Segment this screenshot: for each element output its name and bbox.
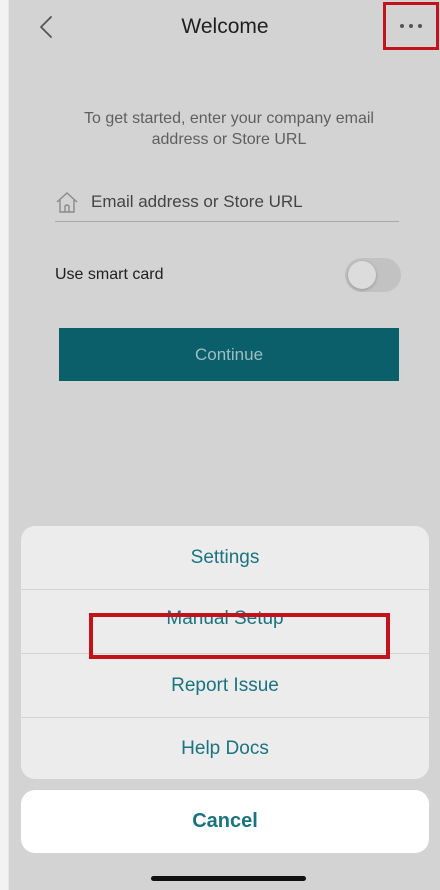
house-icon <box>56 192 78 213</box>
app-screen: Welcome To get started, enter your compa… <box>8 0 440 890</box>
manual-setup-option[interactable]: Manual Setup <box>21 590 429 654</box>
more-horizontal-icon <box>400 24 422 28</box>
email-field-row[interactable] <box>55 183 399 222</box>
page-title: Welcome <box>181 15 269 38</box>
help-docs-option[interactable]: Help Docs <box>21 718 429 779</box>
smart-card-row: Use smart card <box>55 256 401 296</box>
action-sheet: Settings Manual Setup Report Issue Help … <box>21 526 429 779</box>
email-input[interactable] <box>91 192 381 212</box>
home-indicator <box>151 876 306 881</box>
more-options-button[interactable] <box>383 2 439 50</box>
manual-setup-label: Manual Setup <box>166 607 284 629</box>
report-issue-option[interactable]: Report Issue <box>21 654 429 718</box>
smart-card-label: Use smart card <box>55 266 164 283</box>
navigation-bar: Welcome <box>9 0 440 60</box>
instruction-text: To get started, enter your company email… <box>84 110 374 148</box>
cancel-button[interactable]: Cancel <box>21 790 429 853</box>
toggle-knob <box>348 261 376 289</box>
settings-option[interactable]: Settings <box>21 526 429 590</box>
smart-card-toggle[interactable] <box>345 258 401 292</box>
continue-button[interactable]: Continue <box>59 328 399 381</box>
